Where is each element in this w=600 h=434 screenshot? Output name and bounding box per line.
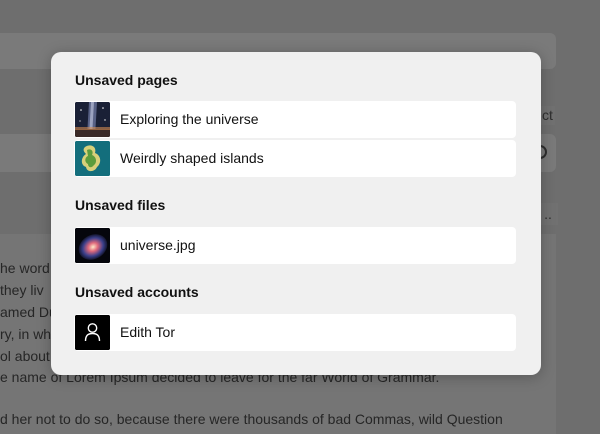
unsaved-account-label: Edith Tor: [120, 324, 175, 340]
background-text-line: d her not to do so, because there were t…: [0, 411, 503, 427]
background-more-icon: ..: [538, 203, 558, 225]
background-text-line: they liv: [0, 282, 44, 298]
background-text-line: ry, in wh: [0, 326, 52, 342]
nebula-thumbnail: [75, 228, 110, 263]
unsaved-changes-dialog: Unsaved pages Exploring the universe Wei…: [51, 52, 541, 375]
section-title-unsaved-accounts: Unsaved accounts: [75, 284, 199, 300]
user-icon: [75, 315, 110, 350]
unsaved-account-item[interactable]: Edith Tor: [74, 314, 516, 351]
background-select-label: ct: [540, 106, 555, 125]
unsaved-page-label: Weirdly shaped islands: [120, 150, 264, 166]
island-thumbnail: [75, 141, 110, 176]
background-text-line: he word: [0, 260, 50, 276]
background-text-line: amed Du: [0, 304, 57, 320]
unsaved-page-item[interactable]: Weirdly shaped islands: [74, 140, 516, 177]
section-title-unsaved-files: Unsaved files: [75, 197, 166, 213]
background-text-line: ol about: [0, 348, 50, 364]
unsaved-page-item[interactable]: Exploring the universe: [74, 101, 516, 138]
unsaved-page-label: Exploring the universe: [120, 111, 259, 127]
unsaved-file-label: universe.jpg: [120, 237, 196, 253]
galaxy-thumbnail: [75, 102, 110, 137]
section-title-unsaved-pages: Unsaved pages: [75, 72, 178, 88]
unsaved-file-item[interactable]: universe.jpg: [74, 227, 516, 264]
